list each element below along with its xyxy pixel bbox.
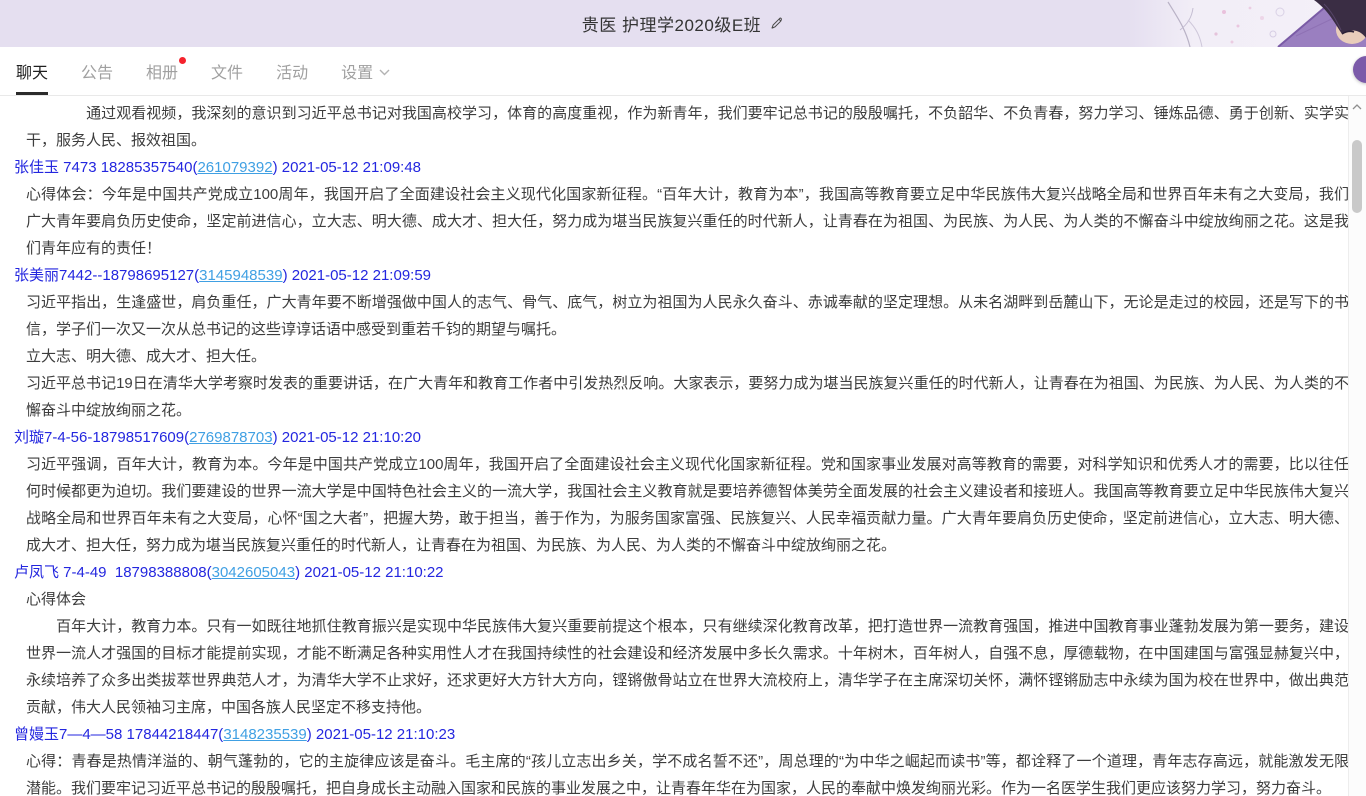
message: 曾嫚玉7—4—58 17844218447(3148235539) 2021-0…: [14, 721, 1349, 796]
message-timestamp: ) 2021-05-12 21:10:20: [273, 429, 421, 446]
qq-number-link[interactable]: 3148235539: [223, 726, 306, 743]
message-timestamp: ) 2021-05-12 21:10:22: [295, 564, 443, 581]
sender-name-and-phone: 张美丽7442--18798695127(: [14, 267, 199, 284]
tab-settings-label: 设置: [341, 59, 373, 83]
tab-announcements-label: 公告: [81, 59, 113, 83]
message: 通过观看视频，我深刻的意识到习近平总书记对我国高校学习，体育的高度重视，作为新青…: [14, 100, 1349, 154]
chat-log: 通过观看视频，我深刻的意识到习近平总书记对我国高校学习，体育的高度重视，作为新青…: [0, 96, 1349, 796]
tab-settings[interactable]: 设置: [341, 47, 390, 95]
qq-number-link[interactable]: 261079392: [197, 159, 272, 176]
sender-name-and-phone: 张佳玉 7473 18285357540(: [14, 159, 197, 176]
message-paragraph: 习近平总书记19日在清华大学考察时发表的重要讲话，在广大青年和教育工作者中引发热…: [26, 370, 1349, 424]
tab-chat-label: 聊天: [16, 59, 48, 83]
message: 张美丽7442--18798695127(3145948539) 2021-05…: [14, 262, 1349, 424]
qq-number-link[interactable]: 3145948539: [199, 267, 282, 284]
message: 张佳玉 7473 18285357540(261079392) 2021-05-…: [14, 154, 1349, 262]
banner-illustration: [1128, 0, 1366, 47]
message-paragraph: 习近平指出，生逢盛世，肩负重任，广大青年要不断增强做中国人的志气、骨气、底气，树…: [26, 289, 1349, 343]
message-paragraph: 习近平强调，百年大计，教育为本。今年是中国共产党成立100周年，我国开启了全面建…: [26, 451, 1349, 559]
message: 卢凤飞 7-4-49 18798388808(3042605043) 2021-…: [14, 559, 1349, 721]
qq-number-link[interactable]: 3042605043: [212, 564, 295, 581]
message-paragraph: 通过观看视频，我深刻的意识到习近平总书记对我国高校学习，体育的高度重视，作为新青…: [26, 100, 1349, 154]
message: 刘璇7-4-56-18798517609(2769878703) 2021-05…: [14, 424, 1349, 559]
sender-name-and-phone: 曾嫚玉7—4—58 17844218447(: [14, 726, 223, 743]
tab-activities-label: 活动: [276, 59, 308, 83]
scrollbar-thumb[interactable]: [1352, 140, 1362, 213]
scroll-up-arrow-icon[interactable]: [1349, 99, 1365, 115]
message-sender-line: 曾嫚玉7—4—58 17844218447(3148235539) 2021-0…: [14, 721, 1349, 748]
group-header: 贵医 护理学2020级E班: [0, 0, 1366, 47]
tab-files-label: 文件: [211, 59, 243, 83]
tab-files[interactable]: 文件: [211, 47, 243, 95]
chevron-down-icon: [379, 69, 390, 76]
new-photos-badge: [179, 57, 186, 64]
group-title-text: 贵医 护理学2020级E班: [582, 11, 761, 36]
tab-announcements[interactable]: 公告: [81, 47, 113, 95]
message-timestamp: ) 2021-05-12 21:09:48: [273, 159, 421, 176]
message-paragraph: 心得体会: [26, 586, 1349, 613]
qq-number-link[interactable]: 2769878703: [189, 429, 272, 446]
message-timestamp: ) 2021-05-12 21:10:23: [307, 726, 455, 743]
message-sender-line: 卢凤飞 7-4-49 18798388808(3042605043) 2021-…: [14, 559, 1349, 586]
tab-albums-label: 相册: [146, 59, 178, 83]
message-paragraph: 百年大计，教育力本。只有一如既往地抓住教育振兴是实现中华民族伟大复兴重要前提这个…: [26, 613, 1349, 721]
sender-name-and-phone: 卢凤飞 7-4-49 18798388808(: [14, 564, 212, 581]
message-sender-line: 张佳玉 7473 18285357540(261079392) 2021-05-…: [14, 154, 1349, 181]
message-paragraph: 心得：青春是热情洋溢的、朝气蓬勃的，它的主旋律应该是奋斗。毛主席的“孩儿立志出乡…: [26, 748, 1349, 796]
tab-albums[interactable]: 相册: [146, 47, 178, 95]
message-paragraph: 立大志、明大德、成大才、担大任。: [26, 343, 1349, 370]
message-sender-line: 张美丽7442--18798695127(3145948539) 2021-05…: [14, 262, 1349, 289]
edit-title-icon[interactable]: [769, 16, 784, 31]
scrollbar[interactable]: [1348, 96, 1366, 796]
message-paragraph: 心得体会：今年是中国共产党成立100周年，我国开启了全面建设社会主义现代化国家新…: [26, 181, 1349, 262]
message-sender-line: 刘璇7-4-56-18798517609(2769878703) 2021-05…: [14, 424, 1349, 451]
tab-activities[interactable]: 活动: [276, 47, 308, 95]
tab-bar: 聊天 公告 相册 文件 活动 设置: [0, 47, 1366, 96]
page-title: 贵医 护理学2020级E班: [582, 11, 784, 36]
tab-chat[interactable]: 聊天: [16, 47, 48, 95]
message-timestamp: ) 2021-05-12 21:09:59: [283, 267, 431, 284]
sender-name-and-phone: 刘璇7-4-56-18798517609(: [14, 429, 189, 446]
